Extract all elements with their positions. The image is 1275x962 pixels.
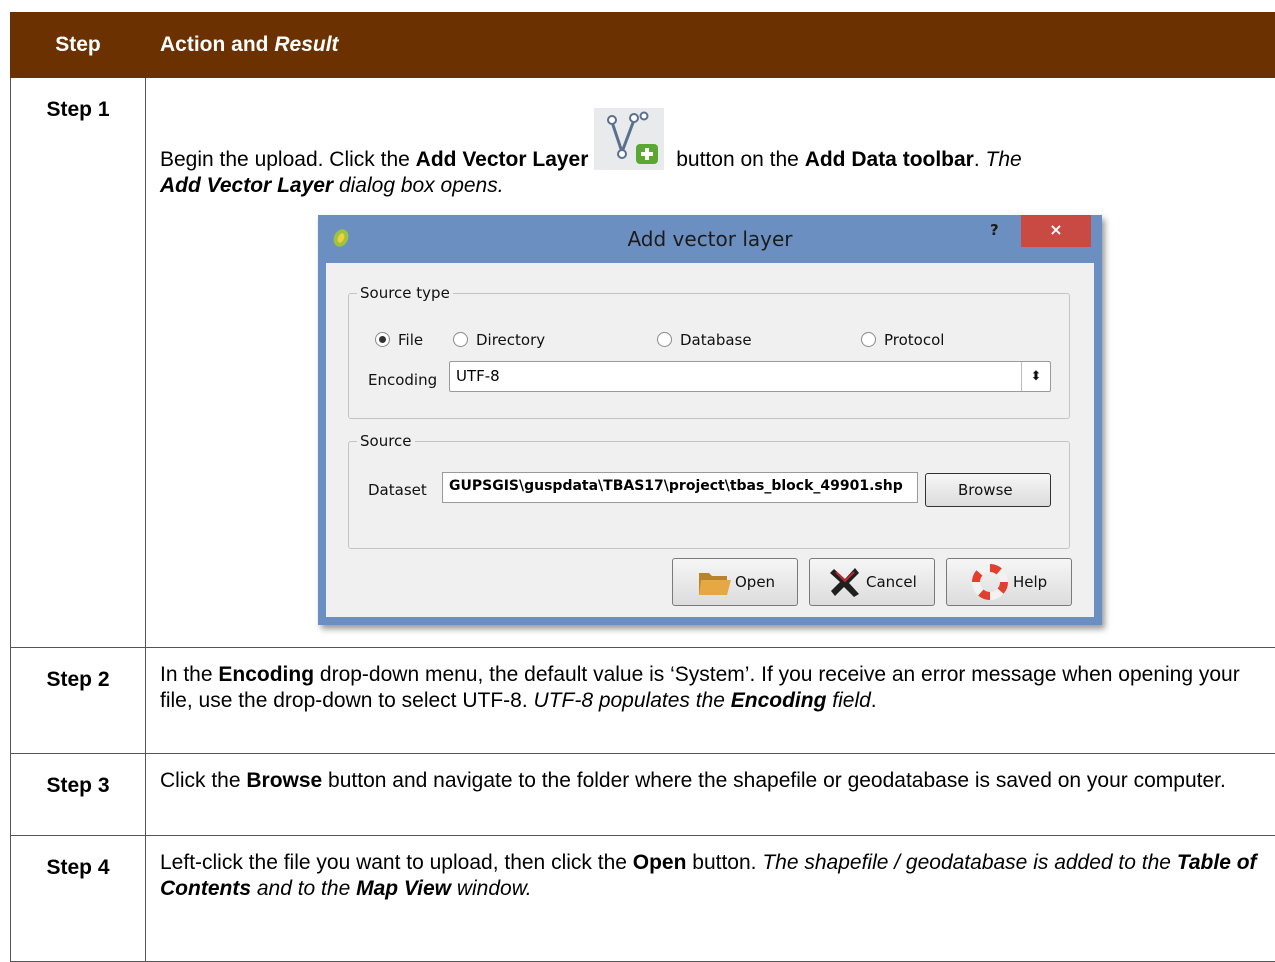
radio-label: Protocol [884, 331, 945, 349]
step1-italic: dialog box opens. [333, 174, 504, 197]
step1-text: Begin the upload. Click the [160, 148, 416, 171]
step4-italic: window. [451, 877, 532, 900]
dialog-title: Add vector layer [627, 227, 793, 251]
browse-button-label: Browse [958, 481, 1013, 499]
step1-bold: Add Data toolbar [804, 148, 974, 171]
cancel-button-label: Cancel [866, 573, 917, 591]
close-button[interactable]: × [1021, 215, 1091, 247]
encoding-value: UTF-8 [456, 367, 500, 385]
source-type-label: Source type [357, 284, 453, 302]
radio-label: Directory [476, 331, 546, 349]
cancel-button[interactable]: Cancel [809, 558, 935, 606]
step4-italic: The shapefile / geodatabase is added to … [762, 851, 1177, 874]
header-action: Action and Result [145, 12, 1275, 78]
table-row: Step 3 Click the Browse button and navig… [10, 753, 1275, 836]
spinner-arrows-icon[interactable]: ⬍ [1021, 362, 1050, 391]
cancel-x-icon [828, 565, 862, 603]
folder-icon [697, 565, 733, 603]
header-action-italic: Result [274, 33, 339, 56]
dataset-label: Dataset [368, 481, 427, 499]
step4-italic: and to the [251, 877, 357, 900]
radio-selected-icon [375, 332, 390, 347]
open-button[interactable]: Open [672, 558, 798, 606]
step1-bold: Add Vector Layer [415, 148, 589, 171]
step2-bold: Encoding [218, 663, 315, 686]
step2-italic: UTF-8 populates the [533, 689, 731, 712]
lifebuoy-help-icon [971, 564, 1009, 604]
source-label: Source [357, 432, 415, 450]
dataset-input[interactable]: GUPSGIS\guspdata\TBAS17\project\tbas_blo… [442, 472, 918, 503]
step1-line1: Begin the upload. Click the Add Vector L… [160, 108, 1262, 173]
radio-icon [861, 332, 876, 347]
step3-text: button and navigate to the folder where … [322, 769, 1226, 792]
table-row: Step 4 Left-click the file you want to u… [10, 835, 1275, 962]
help-question-icon[interactable]: ? [990, 221, 999, 239]
step2-text: In the [160, 663, 219, 686]
dataset-value: GUPSGIS\guspdata\TBAS17\project\tbas_blo… [449, 478, 903, 494]
step-label: Step 4 [10, 835, 146, 962]
radio-label: File [398, 331, 424, 349]
step4-bold: Open [632, 851, 687, 874]
open-button-label: Open [735, 573, 776, 591]
radio-icon [453, 332, 468, 347]
step4-bold-italic: Map View [356, 877, 452, 900]
step1-text: button on the [670, 148, 805, 171]
table-header-row: Step Action and Result [10, 12, 1275, 78]
step2-bold-italic: Encoding [730, 689, 827, 712]
radio-file[interactable]: File [375, 331, 423, 349]
add-vector-layer-dialog: Add vector layer ? × Source type File Di… [318, 215, 1102, 625]
radio-directory[interactable]: Directory [453, 331, 545, 349]
dialog-body: Source type File Directory Database Prot… [326, 263, 1094, 617]
radio-database[interactable]: Database [657, 331, 752, 349]
source-type-group: Source type File Directory Database Prot… [348, 284, 1070, 419]
radio-protocol[interactable]: Protocol [861, 331, 944, 349]
step2-action: In the Encoding drop-down menu, the defa… [145, 647, 1275, 754]
browse-button[interactable]: Browse [925, 473, 1051, 507]
step1-text: . [973, 148, 986, 171]
step4-text: Left-click the file you want to upload, … [160, 851, 633, 874]
step1-bold-italic: Add Vector Layer [160, 174, 334, 197]
dialog-titlebar: Add vector layer ? × [318, 215, 1102, 263]
radio-icon [657, 332, 672, 347]
encoding-label: Encoding [368, 371, 438, 389]
step2-italic: field [826, 689, 871, 712]
step4-action: Left-click the file you want to upload, … [145, 835, 1275, 962]
add-vector-layer-icon [594, 108, 665, 170]
step2-text: . [870, 689, 877, 712]
step3-text: Click the [160, 769, 247, 792]
step3-action: Click the Browse button and navigate to … [145, 753, 1275, 836]
header-action-plain: Action and [160, 33, 275, 56]
step4-text: button. [686, 851, 763, 874]
table-row: Step 2 In the Encoding drop-down menu, t… [10, 647, 1275, 754]
step-label: Step 1 [10, 77, 146, 648]
step3-bold: Browse [246, 769, 323, 792]
header-step: Step [10, 12, 146, 78]
radio-label: Database [680, 331, 752, 349]
step1-italic: The [985, 148, 1022, 171]
help-button[interactable]: Help [946, 558, 1072, 606]
step-label: Step 2 [10, 647, 146, 754]
help-button-label: Help [1013, 573, 1048, 591]
step1-line2: Add Vector Layer dialog box opens. [160, 173, 1262, 199]
encoding-select[interactable]: UTF-8 ⬍ [449, 361, 1051, 392]
step-label: Step 3 [10, 753, 146, 836]
